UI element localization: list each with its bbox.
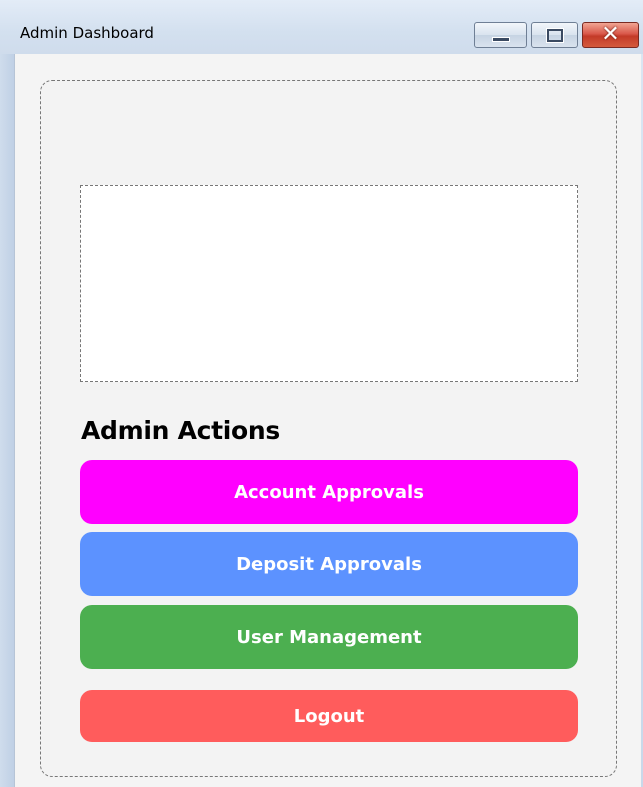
title-bar[interactable]: Admin Dashboard ✕ (0, 0, 643, 54)
account-approvals-button[interactable]: Account Approvals (80, 460, 578, 524)
logout-label: Logout (293, 705, 365, 727)
image-placeholder (80, 185, 578, 382)
account-approvals-label: Account Approvals (234, 481, 424, 503)
minimize-icon (491, 36, 510, 42)
deposit-approvals-label: Deposit Approvals (236, 553, 422, 575)
window-title: Admin Dashboard (20, 24, 154, 42)
user-management-label: User Management (236, 626, 422, 648)
admin-actions-heading: Admin Actions (81, 416, 281, 445)
close-button[interactable]: ✕ (582, 22, 639, 48)
user-management-button[interactable]: User Management (80, 605, 578, 669)
deposit-approvals-button[interactable]: Deposit Approvals (80, 532, 578, 596)
close-icon: ✕ (601, 22, 620, 47)
logout-button[interactable]: Logout (80, 690, 578, 742)
maximize-icon (546, 28, 563, 42)
minimize-button[interactable] (474, 22, 527, 48)
maximize-button[interactable] (531, 22, 578, 48)
window-frame-left (0, 54, 14, 787)
app-window: Admin Dashboard ✕ Admin Actions Account … (0, 0, 643, 787)
